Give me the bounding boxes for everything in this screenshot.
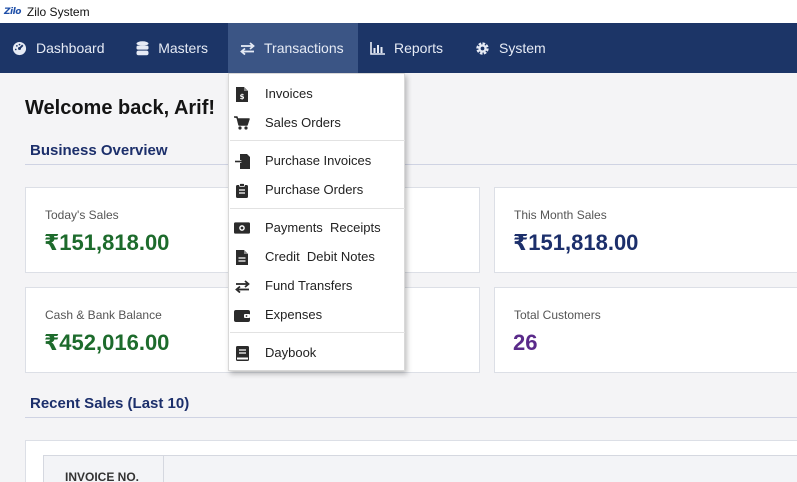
window-titlebar: Zilo Zilo System <box>0 0 797 23</box>
nav-item-dashboard[interactable]: Dashboard <box>0 23 120 73</box>
main-navbar: Dashboard Masters Transactions Reports S… <box>0 23 797 73</box>
document-icon <box>234 249 250 265</box>
database-icon <box>136 40 149 56</box>
section-business-overview: Business Overview <box>25 140 797 165</box>
exchange-icon <box>240 40 255 56</box>
nav-item-transactions[interactable]: Transactions <box>228 23 358 73</box>
menu-item-label: Fund Transfers <box>265 278 353 293</box>
stat-card-total-customers: Total Customers 26 <box>494 287 797 373</box>
nav-label: Reports <box>394 40 444 56</box>
exchange-icon <box>234 278 250 294</box>
dashboard-icon <box>12 40 27 56</box>
column-header-invoice-no[interactable]: INVOICE NO. <box>44 456 164 482</box>
stat-label: Total Customers <box>514 308 601 322</box>
bar-chart-icon <box>370 40 385 56</box>
stat-value: 26 <box>513 330 538 355</box>
menu-item-expenses[interactable]: Expenses <box>229 301 405 329</box>
nav-label: Masters <box>158 40 208 56</box>
window-title: Zilo System <box>26 4 90 19</box>
stat-label: Cash & Bank Balance <box>45 308 162 322</box>
nav-item-masters[interactable]: Masters <box>120 23 228 73</box>
nav-label: Dashboard <box>36 40 105 56</box>
section-recent-sales: Recent Sales (Last 10) <box>25 393 797 418</box>
welcome-heading: Welcome back, Arif! <box>25 97 216 119</box>
app-logo: Zilo <box>4 6 21 17</box>
stat-label: This Month Sales <box>514 208 607 222</box>
menu-item-label: Sales Orders <box>265 115 341 130</box>
section-title: Business Overview <box>30 142 168 159</box>
menu-item-sales-orders[interactable]: Sales Orders <box>229 109 405 137</box>
menu-item-purchase-orders[interactable]: Purchase Orders <box>229 176 405 204</box>
nav-label: Transactions <box>264 40 344 56</box>
menu-item-purchase-invoices[interactable]: Purchase Invoices <box>229 147 405 175</box>
menu-item-label: Purchase Orders <box>265 182 364 197</box>
gear-icon <box>474 40 490 56</box>
section-title: Recent Sales (Last 10) <box>30 395 190 412</box>
menu-item-payments-receipts[interactable]: Payments Receipts <box>229 214 405 242</box>
clipboard-icon <box>234 182 250 198</box>
menu-divider <box>230 208 405 209</box>
stat-card-month-sales: This Month Sales ₹151,818.00 <box>494 187 797 273</box>
money-icon <box>234 220 250 236</box>
stat-value: ₹452,016.00 <box>44 330 170 355</box>
cart-icon <box>234 115 250 131</box>
menu-item-label: Daybook <box>265 345 317 360</box>
menu-item-label: Purchase Invoices <box>265 153 372 168</box>
menu-item-label: Invoices <box>265 86 313 101</box>
menu-item-label: Credit Debit Notes <box>265 249 375 264</box>
stat-value: ₹151,818.00 <box>44 230 170 255</box>
recent-sales-panel: INVOICE NO. <box>25 440 797 482</box>
purchase-invoice-icon <box>234 153 250 169</box>
transactions-dropdown-menu: $ Invoices Sales Orders Purchase Invoice… <box>228 73 405 371</box>
menu-item-label: Expenses <box>265 307 323 322</box>
menu-item-invoices[interactable]: $ Invoices <box>229 80 405 108</box>
book-icon <box>234 345 250 361</box>
menu-item-daybook[interactable]: Daybook <box>229 339 405 367</box>
nav-label: System <box>499 40 546 56</box>
menu-item-fund-transfers[interactable]: Fund Transfers <box>229 272 405 300</box>
wallet-icon <box>234 307 250 323</box>
invoice-icon: $ <box>234 86 250 102</box>
menu-item-credit-debit-notes[interactable]: Credit Debit Notes <box>229 243 405 271</box>
nav-item-reports[interactable]: Reports <box>358 23 458 73</box>
stat-label: Today's Sales <box>45 208 119 222</box>
menu-item-label: Payments Receipts <box>265 220 381 235</box>
stat-value: ₹151,818.00 <box>513 230 639 255</box>
menu-divider <box>230 332 405 333</box>
table-header: INVOICE NO. <box>43 455 797 482</box>
nav-item-system[interactable]: System <box>458 23 566 73</box>
menu-divider <box>230 140 405 141</box>
svg-text:$: $ <box>240 93 245 101</box>
